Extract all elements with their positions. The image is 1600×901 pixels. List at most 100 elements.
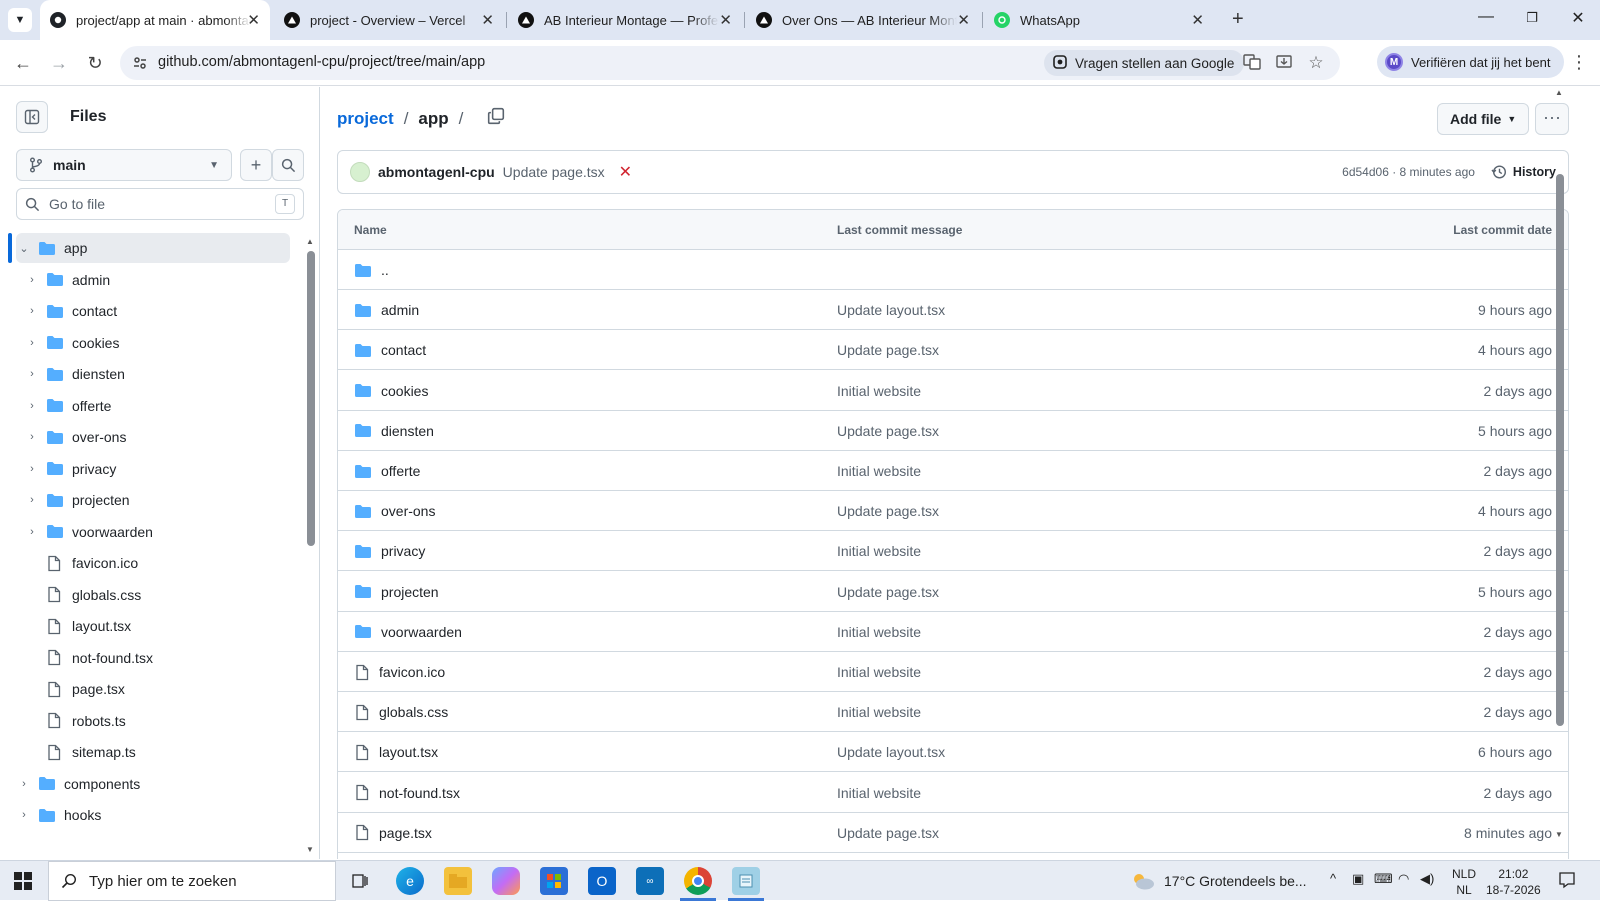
row-name-link[interactable]: projecten [381, 584, 439, 600]
tab-whatsapp[interactable]: WhatsApp ✕ [984, 0, 1214, 40]
close-icon[interactable]: ✕ [1191, 11, 1204, 29]
sway-app-icon[interactable]: ∞ [636, 867, 664, 895]
copilot-icon[interactable] [492, 867, 520, 895]
table-row[interactable]: diensten Update page.tsx 5 hours ago [338, 411, 1568, 451]
tree-item-privacy[interactable]: › privacy [16, 454, 290, 484]
chevron-right-icon[interactable]: › [16, 809, 32, 821]
history-button[interactable]: History [1491, 164, 1556, 180]
wifi-icon[interactable]: ◠ [1398, 871, 1409, 887]
row-name-link[interactable]: globals.css [379, 704, 448, 720]
install-app-icon[interactable] [1274, 53, 1294, 73]
row-commit-message[interactable]: Update layout.tsx [837, 744, 945, 760]
chevron-right-icon[interactable]: › [16, 778, 32, 790]
tree-item-admin[interactable]: › admin [16, 265, 290, 295]
back-icon[interactable]: ← [11, 51, 35, 75]
file-explorer-icon[interactable] [444, 867, 472, 895]
tab-vercel[interactable]: project - Overview – Vercel ✕ [274, 0, 504, 40]
row-name-link[interactable]: over-ons [381, 503, 435, 519]
table-row[interactable]: voorwaarden Initial website 2 days ago [338, 612, 1568, 652]
tree-item-voorwaarden[interactable]: › voorwaarden [16, 517, 290, 547]
avatar[interactable] [350, 162, 370, 182]
close-icon[interactable]: ✕ [957, 11, 970, 29]
camera-icon[interactable]: ▣ [1352, 871, 1364, 887]
tree-item-layout-tsx[interactable]: layout.tsx [16, 611, 290, 641]
chevron-right-icon[interactable]: › [24, 274, 40, 286]
tree-item-diensten[interactable]: › diensten [16, 359, 290, 389]
table-row[interactable]: offerte Initial website 2 days ago [338, 451, 1568, 491]
windows-start-icon[interactable] [14, 872, 32, 895]
tree-item-projecten[interactable]: › projecten [16, 485, 290, 515]
tree-item-contact[interactable]: › contact [16, 296, 290, 326]
chevron-right-icon[interactable]: › [24, 368, 40, 380]
tree-item-offerte[interactable]: › offerte [16, 391, 290, 421]
input-method-icon[interactable]: ⌨ [1374, 871, 1393, 887]
translate-icon[interactable] [1242, 53, 1262, 73]
browser-menu-icon[interactable]: ⋮ [1570, 52, 1588, 73]
sidebar-scrollbar[interactable]: ▲ ▼ [306, 237, 316, 855]
forward-icon[interactable]: → [47, 51, 71, 75]
row-name-link[interactable]: layout.tsx [379, 744, 438, 760]
task-view-icon[interactable] [346, 867, 374, 895]
taskbar-clock[interactable]: 21:02 18-7-2026 [1486, 866, 1541, 898]
table-row[interactable]: contact Update page.tsx 4 hours ago [338, 330, 1568, 371]
tree-item-sitemap-ts[interactable]: sitemap.ts [16, 737, 290, 767]
table-row[interactable]: favicon.ico Initial website 2 days ago [338, 652, 1568, 692]
tab-over-ons[interactable]: Over Ons — AB Interieur Montage ✕ [746, 0, 980, 40]
row-commit-message[interactable]: Update layout.tsx [837, 302, 945, 318]
row-name-link[interactable]: admin [381, 302, 419, 318]
check-failed-icon[interactable]: ✕ [619, 162, 632, 182]
add-file-dropdown[interactable]: Add file ▼ [1437, 103, 1530, 135]
notepad-icon[interactable] [732, 867, 760, 895]
collapse-sidebar-button[interactable] [16, 101, 48, 133]
row-commit-message[interactable]: Initial website [837, 704, 921, 720]
minimize-icon[interactable]: — [1474, 8, 1498, 26]
branch-selector[interactable]: main ▼ [16, 149, 232, 181]
volume-icon[interactable]: ◀) [1420, 871, 1434, 887]
row-name-link[interactable]: contact [381, 342, 426, 358]
row-commit-message[interactable]: Initial website [837, 785, 921, 801]
row-commit-message[interactable]: Initial website [837, 664, 921, 680]
page-scrollbar[interactable]: ▲ ▼ [1553, 88, 1567, 840]
weather-widget[interactable]: 17°C Grotendeels be... [1130, 861, 1307, 901]
chevron-down-icon[interactable]: ⌄ [16, 242, 32, 255]
table-row[interactable]: cookies Initial website 2 days ago [338, 371, 1568, 411]
scroll-up-icon[interactable]: ▲ [306, 237, 314, 246]
row-name-link[interactable]: privacy [381, 543, 425, 559]
table-row[interactable]: projecten Update page.tsx 5 hours ago [338, 572, 1568, 612]
tree-item-globals-css[interactable]: globals.css [16, 580, 290, 610]
scroll-down-icon[interactable]: ▼ [306, 845, 314, 854]
microsoft-store-icon[interactable] [540, 867, 568, 895]
tree-item-over-ons[interactable]: › over-ons [16, 422, 290, 452]
reload-icon[interactable]: ↻ [83, 51, 107, 75]
page-scroll-thumb[interactable] [1556, 174, 1564, 726]
table-row[interactable]: over-ons Update page.tsx 4 hours ago [338, 491, 1568, 532]
edge-icon[interactable]: e [396, 867, 424, 895]
table-row[interactable]: admin Update layout.tsx 9 hours ago [338, 290, 1568, 331]
breadcrumb-repo-link[interactable]: project [337, 109, 394, 129]
commit-meta[interactable]: 6d54d06 · 8 minutes ago [1342, 165, 1475, 179]
row-name-link[interactable]: diensten [381, 423, 434, 439]
chevron-right-icon[interactable]: › [24, 494, 40, 506]
row-name-link[interactable]: cookies [381, 383, 428, 399]
tree-item-components[interactable]: › components [16, 769, 290, 799]
new-tab-button[interactable]: + [1232, 8, 1244, 31]
table-row[interactable]: layout.tsx Update layout.tsx 6 hours ago [338, 732, 1568, 773]
chevron-up-icon[interactable]: ^ [1330, 871, 1336, 886]
close-icon[interactable]: ✕ [719, 11, 732, 29]
table-row[interactable]: globals.css Initial website 2 days ago [338, 692, 1568, 733]
copy-path-icon[interactable] [487, 107, 505, 130]
table-row[interactable]: page.tsx Update page.tsx 8 minutes ago [338, 813, 1568, 853]
search-button[interactable] [272, 149, 304, 181]
chevron-right-icon[interactable]: › [24, 463, 40, 475]
chevron-right-icon[interactable]: › [24, 400, 40, 412]
table-row[interactable]: .. [338, 250, 1568, 290]
row-name-link[interactable]: not-found.tsx [379, 785, 460, 801]
table-row[interactable]: not-found.tsx Initial website 2 days ago [338, 773, 1568, 813]
table-row[interactable]: privacy Initial website 2 days ago [338, 531, 1568, 572]
restore-icon[interactable]: ❐ [1520, 10, 1544, 26]
commit-message[interactable]: Update page.tsx [503, 164, 605, 180]
row-name-link[interactable]: .. [381, 262, 389, 278]
close-icon[interactable]: ✕ [247, 11, 260, 29]
tree-item-app[interactable]: ⌄ app [16, 233, 290, 263]
tree-item-cookies[interactable]: › cookies [16, 328, 290, 358]
